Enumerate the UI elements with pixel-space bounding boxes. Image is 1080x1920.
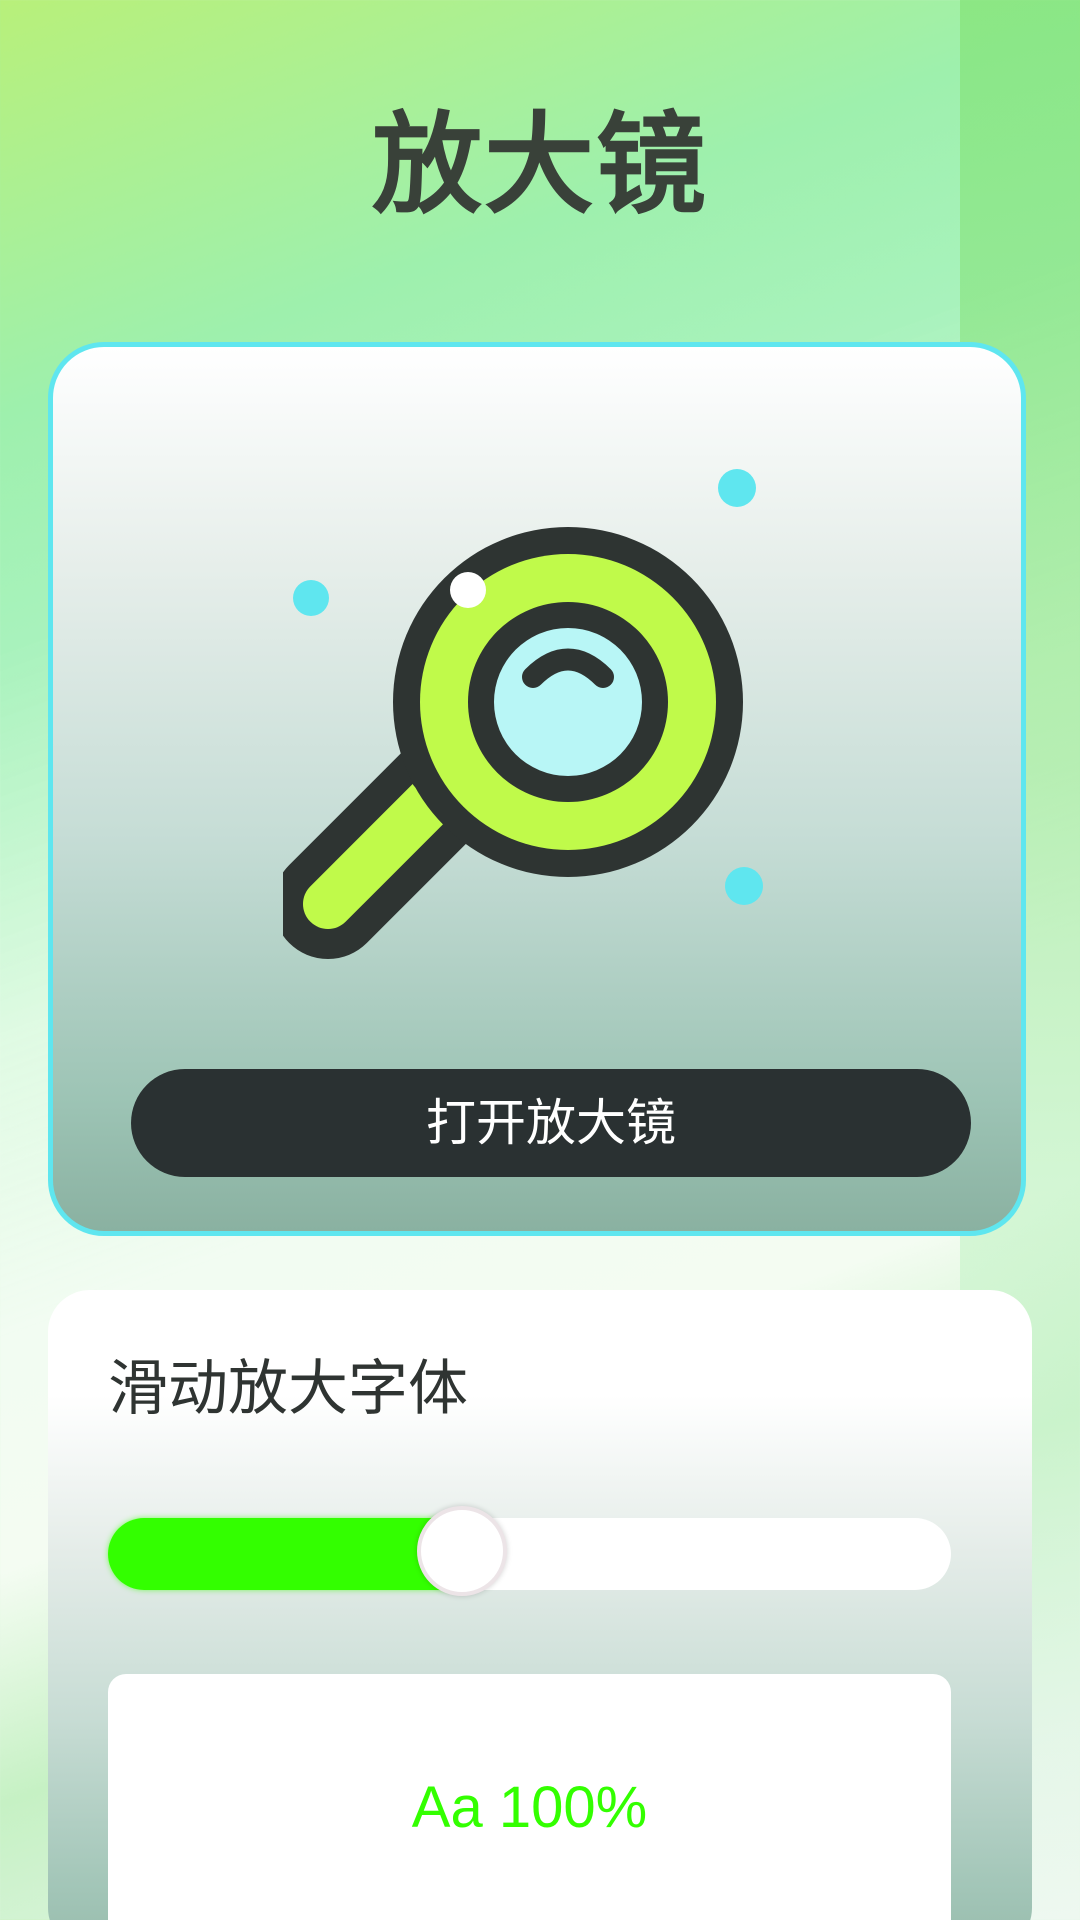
font-preview-box: Aa 100% [108, 1674, 951, 1920]
magnifier-card: 打开放大镜 [48, 342, 1026, 1236]
font-size-card: 滑动放大字体 Aa 100% [48, 1290, 1032, 1920]
open-magnifier-button[interactable]: 打开放大镜 [131, 1069, 971, 1177]
font-preview-text: Aa 100% [411, 1775, 648, 1840]
lens-highlight [450, 572, 486, 608]
magnifier-icon [283, 527, 743, 959]
slider-thumb[interactable] [417, 1506, 508, 1596]
font-size-title: 滑动放大字体 [108, 1354, 468, 1424]
font-size-slider[interactable] [108, 1506, 951, 1596]
page-title: 放大镜 [372, 101, 708, 229]
